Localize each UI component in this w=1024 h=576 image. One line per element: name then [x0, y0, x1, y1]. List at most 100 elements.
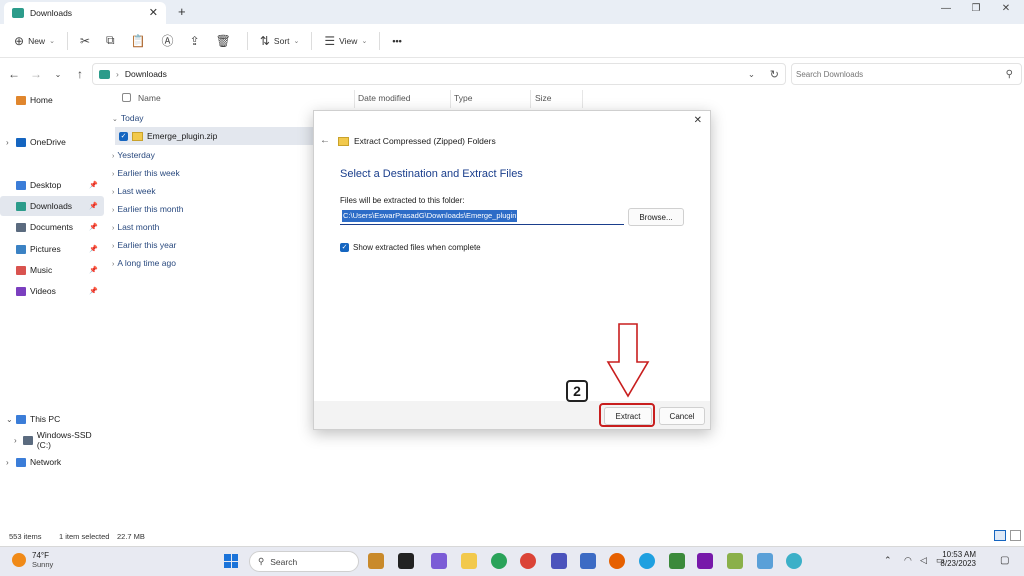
tab-downloads[interactable]: Downloads ✕ [4, 2, 166, 24]
group-header[interactable]: › Last month [112, 222, 159, 232]
taskbar-search[interactable]: ⚲ Search [249, 551, 359, 572]
sidebar-item-network[interactable]: › Network [0, 452, 104, 472]
wifi-icon[interactable]: ◠ [904, 555, 912, 566]
paste-button[interactable]: 📋 [125, 29, 156, 53]
rename-button[interactable]: Ⓐ [156, 29, 184, 53]
column-name[interactable]: Name [138, 93, 161, 103]
close-window-button[interactable]: ✕ [996, 3, 1016, 14]
cancel-button[interactable]: Cancel [659, 407, 705, 425]
sidebar-item-desktop[interactable]: Desktop 📌 [0, 175, 104, 195]
column-type[interactable]: Type [454, 93, 472, 103]
back-arrow-icon[interactable]: ← [320, 135, 330, 146]
sidebar-item-home[interactable]: Home [0, 90, 104, 110]
firefox-icon[interactable] [609, 553, 625, 569]
new-button[interactable]: ⊕ New ⌄ [8, 29, 61, 53]
edge-icon[interactable] [491, 553, 507, 569]
app-icon[interactable] [757, 553, 773, 569]
search-input[interactable] [796, 69, 986, 79]
select-all-checkbox[interactable] [122, 93, 131, 102]
show-hidden-icons-chevron-icon[interactable]: ⌃ [884, 555, 892, 566]
task-view-icon[interactable] [398, 553, 414, 569]
expand-chevron-icon[interactable]: › [14, 436, 23, 445]
sidebar-item-documents[interactable]: Documents 📌 [0, 217, 104, 237]
sidebar-item-this-pc[interactable]: ⌄ This PC [0, 409, 104, 429]
sidebar-item-music[interactable]: Music 📌 [0, 260, 104, 280]
restore-button[interactable]: ❐ [966, 3, 986, 14]
weather-widget[interactable]: 74°F Sunny [12, 551, 53, 569]
app-icon[interactable] [727, 553, 743, 569]
temperature: 74°F [32, 551, 49, 560]
delete-button[interactable]: 🗑 [210, 29, 241, 53]
address-dropdown-icon[interactable]: ⌄ [748, 69, 755, 80]
view-button[interactable]: ☰ View ⌄ [318, 29, 373, 53]
app-icon[interactable] [786, 553, 802, 569]
collapse-chevron-icon[interactable]: ⌄ [6, 415, 16, 424]
view-icon: ☰ [324, 33, 336, 48]
details-view-icon[interactable] [994, 530, 1006, 541]
tab-close-icon[interactable]: ✕ [149, 6, 158, 19]
teams-icon[interactable] [551, 553, 567, 569]
file-row-emerge-plugin[interactable]: ✓ Emerge_plugin.zip [115, 127, 320, 145]
forward-icon[interactable]: → [25, 67, 47, 81]
sidebar-item-onedrive[interactable]: › OneDrive [0, 132, 104, 152]
show-files-checkbox[interactable]: ✓ [340, 243, 349, 252]
expand-chevron-icon[interactable]: › [6, 458, 16, 467]
back-icon[interactable]: ← [3, 67, 25, 81]
share-button[interactable]: ⇪ [184, 29, 210, 53]
pin-icon: 📌 [89, 267, 98, 274]
sidebar-item-pictures[interactable]: Pictures 📌 [0, 239, 104, 259]
browse-button[interactable]: Browse... [628, 208, 684, 226]
sort-button[interactable]: ⇅ Sort ⌄ [254, 29, 306, 53]
search-box[interactable]: ⚲ [791, 63, 1022, 85]
group-header[interactable]: › Yesterday [112, 150, 155, 160]
clock[interactable]: 10:53 AM 8/23/2023 [940, 550, 976, 568]
more-options-button[interactable]: ••• [386, 29, 407, 53]
command-bar: ⊕ New ⌄ ✂ ⧉ 📋 Ⓐ ⇪ 🗑 ⇅ Sort ⌄ ☰ View ⌄ ••… [0, 24, 1024, 58]
expand-chevron-icon[interactable]: › [6, 138, 16, 147]
group-header[interactable]: › Earlier this week [112, 168, 180, 178]
dialog-close-icon[interactable]: ✕ [694, 115, 702, 126]
new-tab-button[interactable]: + [178, 4, 186, 19]
copy-button[interactable]: ⧉ [100, 29, 125, 53]
onenote-icon[interactable] [697, 553, 713, 569]
row-checkbox[interactable]: ✓ [119, 131, 128, 141]
group-header[interactable]: › Earlier this month [112, 204, 183, 214]
address-bar[interactable]: › Downloads ⌄ ↻ [92, 63, 786, 85]
chrome-icon[interactable] [520, 553, 536, 569]
chevron-down-icon: ⌄ [293, 37, 300, 45]
sidebar-item-windows-ssd[interactable]: › Windows-SSD (C:) [0, 430, 104, 450]
column-date-modified[interactable]: Date modified [358, 93, 410, 103]
group-header[interactable]: › Last week [112, 186, 156, 196]
pin-icon: 📌 [89, 203, 98, 210]
new-label: New [28, 35, 46, 46]
time: 10:53 AM [942, 550, 976, 559]
app-icon[interactable] [669, 553, 685, 569]
group-header[interactable]: › A long time ago [112, 258, 176, 268]
file-explorer-icon[interactable] [461, 553, 477, 569]
skype-icon[interactable] [639, 553, 655, 569]
cut-button[interactable]: ✂ [74, 29, 100, 53]
divider [379, 31, 381, 50]
briefcase-app-icon[interactable] [368, 553, 384, 569]
notifications-icon[interactable]: ▢ [1000, 555, 1009, 566]
remote-desktop-icon[interactable] [580, 553, 596, 569]
group-header[interactable]: ⌄ Today [112, 113, 144, 123]
tiles-view-icon[interactable] [1010, 530, 1021, 541]
tab-title: Downloads [30, 8, 73, 18]
teams-chat-icon[interactable] [431, 553, 447, 569]
sidebar-item-videos[interactable]: Videos 📌 [0, 281, 104, 301]
volume-icon[interactable]: ◁ [920, 555, 927, 566]
sidebar-item-downloads[interactable]: Downloads 📌 [0, 196, 104, 216]
group-header[interactable]: › Earlier this year [112, 240, 176, 250]
up-icon[interactable]: ↑ [69, 67, 91, 81]
start-button[interactable] [224, 554, 238, 568]
breadcrumb-downloads[interactable]: Downloads [125, 69, 167, 79]
pin-icon: 📌 [89, 224, 98, 231]
sidebar-item-label: Home [30, 95, 53, 105]
pin-icon: 📌 [89, 246, 98, 253]
recent-locations-icon[interactable]: ⌄ [47, 70, 69, 79]
show-files-option[interactable]: ✓ Show extracted files when complete [340, 243, 481, 252]
column-size[interactable]: Size [535, 93, 552, 103]
refresh-icon[interactable]: ↻ [770, 68, 779, 81]
minimize-button[interactable]: — [936, 3, 956, 14]
